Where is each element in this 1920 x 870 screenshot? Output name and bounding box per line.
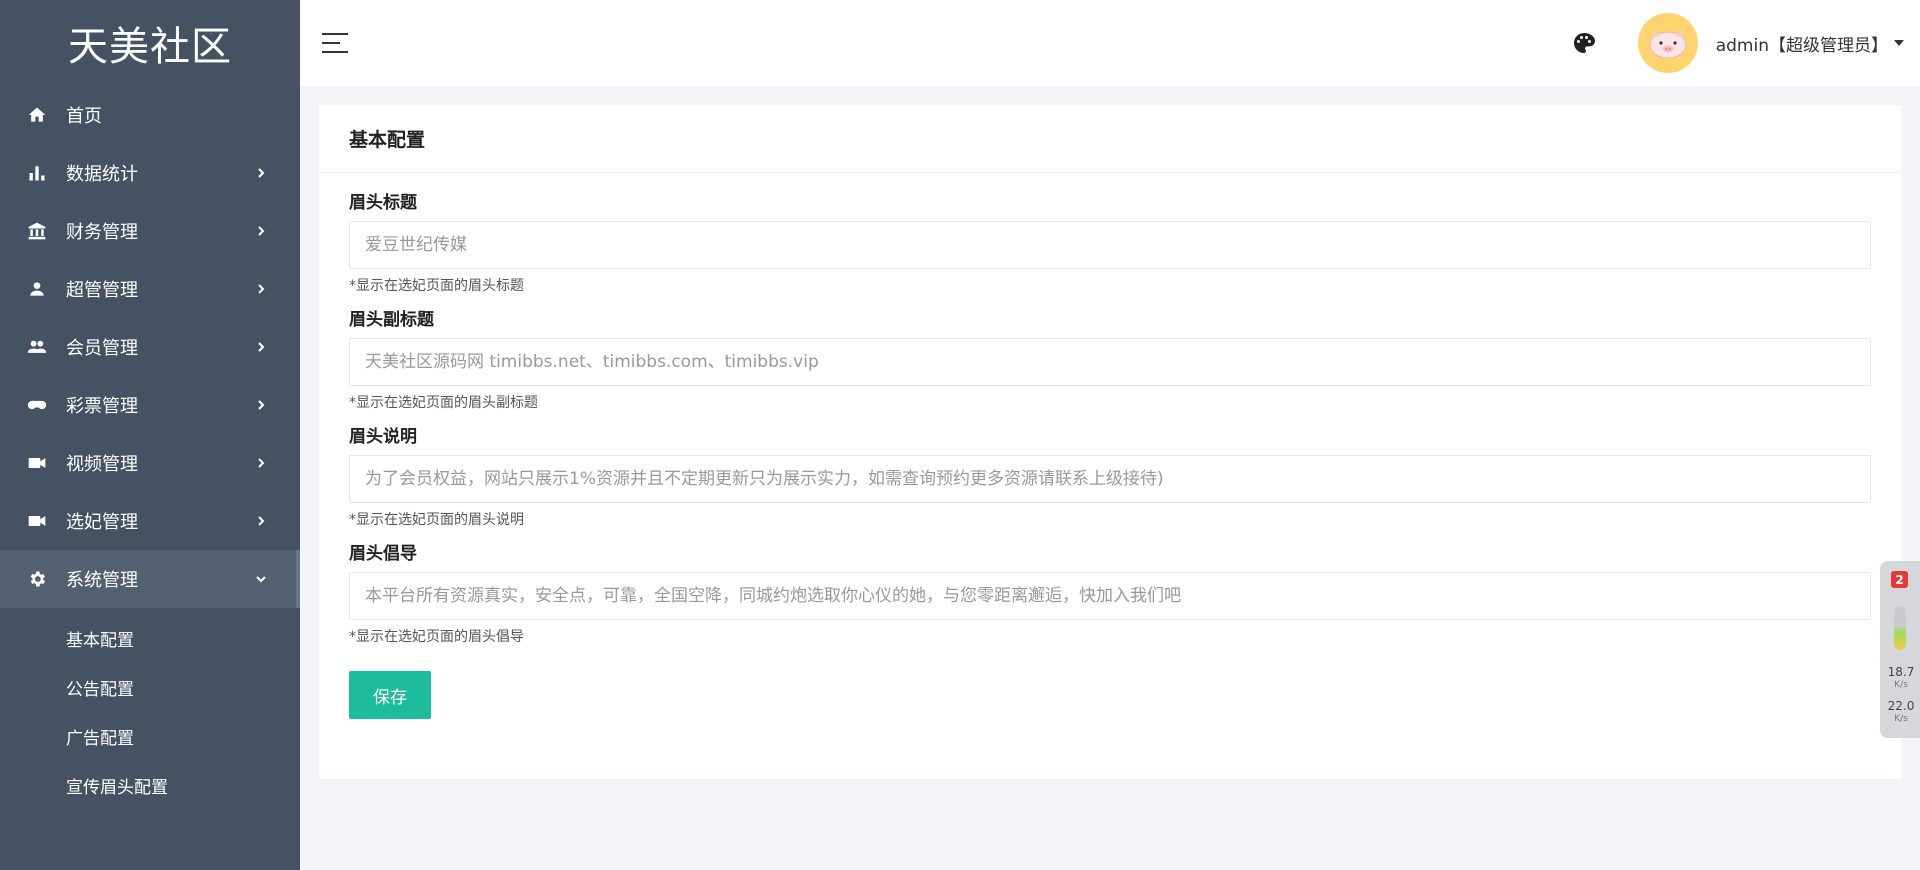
user-menu[interactable]: admin【超级管理员】	[1716, 31, 1904, 56]
sidebar-subitem-notice-config[interactable]: 公告配置	[0, 663, 300, 712]
palette-icon[interactable]	[1572, 31, 1596, 55]
upload-speed-unit: K/s	[1894, 680, 1908, 690]
sidebar-item-selection[interactable]: 选妃管理	[0, 492, 300, 550]
chevron-right-icon	[256, 458, 266, 468]
gamepad-icon	[26, 394, 48, 416]
brand-logo: 天美社区	[68, 24, 232, 70]
chevron-right-icon	[256, 400, 266, 410]
sidebar-item-statistics[interactable]: 数据统计	[0, 144, 300, 202]
bar-chart-icon	[26, 162, 48, 184]
field-label: 眉头标题	[349, 193, 417, 213]
sidebar-item-label: 财务管理	[66, 222, 138, 243]
download-speed-unit: K/s	[1894, 714, 1908, 724]
sidebar-subitem-ad-config[interactable]: 广告配置	[0, 712, 300, 761]
avatar[interactable]	[1637, 13, 1698, 73]
save-button[interactable]: 保存	[349, 671, 431, 719]
sidebar-item-label: 选妃管理	[66, 512, 138, 533]
field-banner-description: 眉头说明 *显示在选妃页面的眉头说明	[349, 427, 1871, 528]
top-header: admin【超级管理员】	[300, 0, 1920, 86]
sidebar-item-home[interactable]: 首页	[0, 86, 300, 144]
field-label: 眉头副标题	[349, 310, 434, 330]
field-help: *显示在选妃页面的眉头说明	[349, 512, 524, 528]
sidebar-item-label: 超管管理	[66, 280, 138, 301]
network-speed-widget[interactable]: 2 18.7 K/s 22.0 K/s	[1880, 561, 1920, 738]
sidebar-item-system[interactable]: 系统管理	[0, 550, 300, 608]
field-help: *显示在选妃页面的眉头标题	[349, 278, 524, 294]
video-camera-icon	[26, 452, 48, 474]
chevron-down-icon	[256, 574, 266, 584]
home-icon	[26, 104, 48, 126]
people-icon	[26, 336, 48, 358]
sidebar-item-super-admin[interactable]: 超管管理	[0, 260, 300, 318]
sidebar-item-label: 会员管理	[66, 338, 138, 359]
banner-description-input[interactable]	[349, 455, 1871, 503]
field-banner-slogan: 眉头倡导 *显示在选妃页面的眉头倡导	[349, 544, 1871, 645]
basic-config-card: 基本配置 眉头标题 *显示在选妃页面的眉头标题 眉头副标题 *显示在选妃页面的眉…	[319, 105, 1901, 779]
sidebar: 天美社区 首页 数据统计 财务管理 超管管理 会员管理 彩票管理 视频管理 选妃…	[0, 0, 300, 870]
sidebar-item-label: 首页	[66, 106, 102, 127]
banner-subtitle-input[interactable]	[349, 338, 1871, 386]
sidebar-item-finance[interactable]: 财务管理	[0, 202, 300, 260]
sidebar-item-label: 视频管理	[66, 454, 138, 475]
notification-badge: 2	[1891, 571, 1908, 588]
config-form: 眉头标题 *显示在选妃页面的眉头标题 眉头副标题 *显示在选妃页面的眉头副标题 …	[319, 173, 1901, 719]
chevron-right-icon	[256, 516, 266, 526]
chevron-right-icon	[256, 342, 266, 352]
caret-down-icon	[1894, 40, 1904, 46]
banner-title-input[interactable]	[349, 221, 1871, 269]
field-banner-title: 眉头标题 *显示在选妃页面的眉头标题	[349, 193, 1871, 294]
sidebar-item-videos[interactable]: 视频管理	[0, 434, 300, 492]
chevron-right-icon	[256, 284, 266, 294]
sidebar-subitem-banner-config[interactable]: 宣传眉头配置	[0, 761, 300, 810]
sidebar-item-label: 彩票管理	[66, 396, 138, 417]
card-header: 基本配置	[319, 105, 1901, 173]
upload-speed-value: 18.7	[1887, 665, 1915, 679]
sidebar-nav: 首页 数据统计 财务管理 超管管理 会员管理 彩票管理 视频管理 选妃管理 系统…	[0, 86, 300, 608]
bank-icon	[26, 220, 48, 242]
speed-gauge-icon	[1894, 606, 1906, 650]
user-name: admin【超级管理员】	[1715, 35, 1888, 56]
page-title: 基本配置	[349, 129, 426, 151]
sidebar-item-label: 数据统计	[66, 164, 138, 185]
sidebar-item-members[interactable]: 会员管理	[0, 318, 300, 376]
gear-icon	[26, 568, 48, 590]
field-banner-subtitle: 眉头副标题 *显示在选妃页面的眉头副标题	[349, 310, 1871, 411]
chevron-right-icon	[256, 168, 266, 178]
banner-slogan-input[interactable]	[349, 572, 1871, 620]
header-right: admin【超级管理员】	[1572, 0, 1920, 86]
field-label: 眉头说明	[349, 427, 417, 447]
sidebar-subitem-basic-config[interactable]: 基本配置	[0, 614, 300, 663]
video-camera-icon	[26, 510, 48, 532]
sidebar-submenu-system: 基本配置 公告配置 广告配置 宣传眉头配置	[0, 608, 300, 810]
field-help: *显示在选妃页面的眉头倡导	[349, 629, 524, 645]
sidebar-item-lottery[interactable]: 彩票管理	[0, 376, 300, 434]
menu-toggle-icon[interactable]	[322, 33, 350, 53]
person-icon	[26, 278, 48, 300]
sidebar-item-label: 系统管理	[66, 570, 138, 591]
field-label: 眉头倡导	[349, 544, 417, 564]
field-help: *显示在选妃页面的眉头副标题	[349, 395, 538, 411]
chevron-right-icon	[256, 226, 266, 236]
download-speed-value: 22.0	[1887, 699, 1915, 713]
